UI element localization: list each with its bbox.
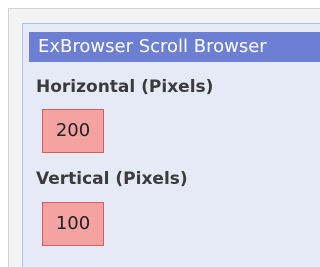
panel-title: ExBrowser Scroll Browser [29,32,320,62]
scroll-browser-panel: ExBrowser Scroll Browser Horizontal (Pix… [22,23,320,267]
vertical-value[interactable]: 100 [42,202,104,246]
vertical-label: Vertical (Pixels) [36,169,188,189]
horizontal-label: Horizontal (Pixels) [36,77,214,97]
horizontal-value[interactable]: 200 [42,109,104,153]
